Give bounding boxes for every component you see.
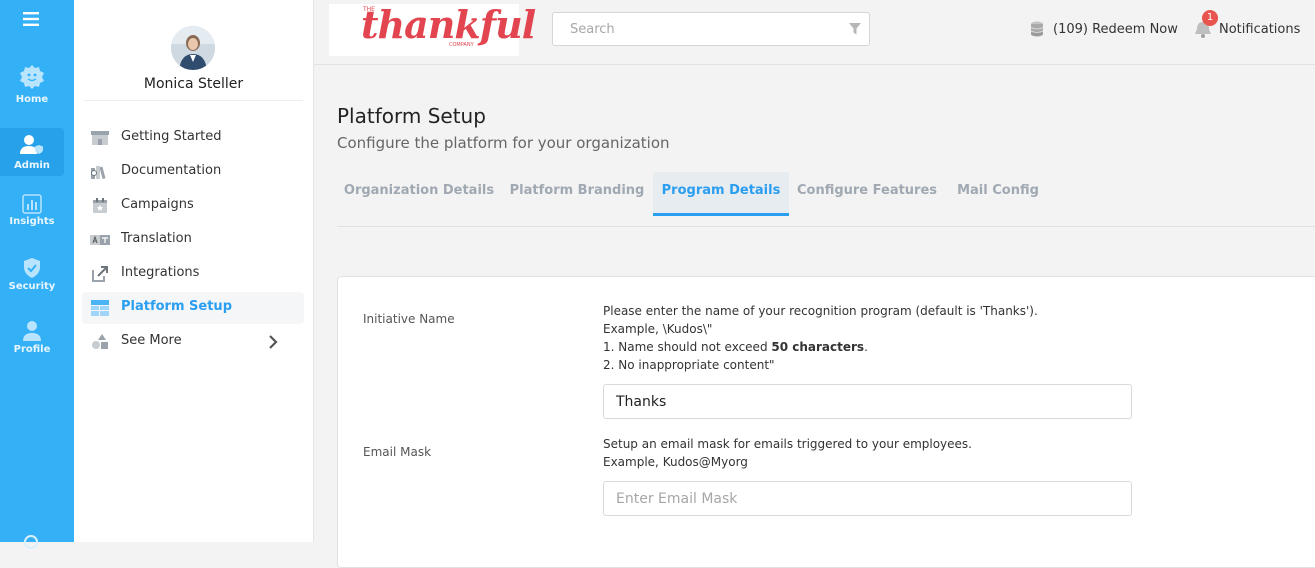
secondary-nav: Monica Steller Getting Started Documenta… bbox=[74, 0, 314, 542]
rail-label: Home bbox=[15, 94, 49, 105]
chevron-right-icon[interactable] bbox=[268, 334, 278, 350]
desc-line: Example, \Kudos\" bbox=[603, 322, 713, 336]
store-icon bbox=[91, 131, 109, 145]
redeem-text: (109) Redeem Now bbox=[1053, 21, 1178, 37]
nav-label: Campaigns bbox=[121, 197, 194, 212]
nav-label: Integrations bbox=[121, 265, 200, 280]
divider bbox=[84, 100, 303, 101]
logo[interactable]: THE thankful COMPANY bbox=[329, 2, 536, 56]
notifications-text: Notifications bbox=[1219, 21, 1301, 37]
rail-item-admin[interactable]: Admin bbox=[0, 128, 64, 176]
rail-label: Profile bbox=[13, 344, 51, 355]
search-box[interactable] bbox=[552, 12, 870, 46]
desc-line: 1. Name should not exceed 50 characters. bbox=[603, 338, 1163, 356]
menu-icon[interactable] bbox=[23, 12, 39, 26]
nav-item-see-more[interactable]: See More bbox=[82, 326, 304, 358]
tab-platform-branding[interactable]: Platform Branding bbox=[509, 172, 645, 213]
nav-item-platform-setup[interactable]: Platform Setup bbox=[82, 292, 304, 324]
filter-icon[interactable] bbox=[849, 23, 861, 35]
nav-label: Platform Setup bbox=[121, 299, 232, 314]
translate-icon bbox=[90, 235, 110, 245]
email-mask-description: Setup an email mask for emails triggered… bbox=[603, 435, 1163, 471]
initiative-name-label: Initiative Name bbox=[363, 312, 455, 326]
avatar[interactable] bbox=[171, 26, 215, 70]
bottom-circle-icon[interactable] bbox=[23, 534, 39, 550]
rail-label: Security bbox=[8, 281, 56, 292]
profile-icon bbox=[23, 321, 41, 341]
notifications-link[interactable]: 1 Notifications bbox=[1193, 10, 1301, 38]
search-input[interactable] bbox=[568, 21, 832, 38]
rail-item-security[interactable]: Security bbox=[0, 257, 64, 305]
nav-item-campaigns[interactable]: Campaigns bbox=[82, 190, 304, 222]
tab-mail-config[interactable]: Mail Config bbox=[951, 172, 1045, 213]
left-rail: Home Admin Insights Security Profile bbox=[0, 0, 74, 549]
home-icon bbox=[20, 65, 44, 89]
desc-line: Please enter the name of your recognitio… bbox=[603, 304, 1038, 318]
nav-item-integrations[interactable]: Integrations bbox=[82, 258, 304, 290]
desc-text: . bbox=[864, 340, 868, 354]
initiative-name-description: Please enter the name of your recognitio… bbox=[603, 302, 1163, 374]
nav-label: See More bbox=[121, 333, 182, 348]
admin-icon bbox=[20, 135, 43, 154]
rail-item-home[interactable]: Home bbox=[0, 62, 64, 110]
desc-line: Example, Kudos@Myorg bbox=[603, 455, 748, 469]
desc-line: Setup an email mask for emails triggered… bbox=[603, 437, 972, 451]
logo-wordmark: thankful bbox=[361, 2, 536, 47]
initiative-name-input[interactable] bbox=[603, 384, 1132, 419]
nav-label: Getting Started bbox=[121, 129, 222, 144]
rail-item-insights[interactable]: Insights bbox=[0, 194, 64, 242]
shield-icon bbox=[24, 258, 40, 278]
program-details-card: Initiative Name Please enter the name of… bbox=[337, 276, 1315, 568]
page-title: Platform Setup bbox=[337, 104, 486, 128]
calendar-icon bbox=[93, 198, 107, 213]
email-mask-input[interactable] bbox=[603, 481, 1132, 516]
rail-label: Admin bbox=[14, 160, 50, 171]
tab-program-details[interactable]: Program Details bbox=[653, 172, 789, 216]
redeem-link[interactable]: (109) Redeem Now bbox=[1028, 20, 1178, 38]
nav-label: Translation bbox=[121, 231, 192, 246]
bell-wrapper: 1 bbox=[1193, 10, 1218, 38]
books-icon bbox=[91, 166, 106, 180]
avatar-image bbox=[171, 26, 215, 70]
logo-company: COMPANY bbox=[449, 42, 474, 48]
insights-icon bbox=[22, 194, 42, 214]
nav-item-translation[interactable]: Translation bbox=[82, 224, 304, 256]
desc-line: 2. No inappropriate content" bbox=[603, 358, 775, 372]
shapes-icon bbox=[92, 334, 108, 349]
nav-label: Documentation bbox=[121, 163, 222, 178]
top-bar: THE thankful COMPANY (109) Redeem Now 1 … bbox=[314, 0, 1315, 65]
nav-item-getting-started[interactable]: Getting Started bbox=[82, 122, 304, 154]
user-name: Monica Steller bbox=[143, 76, 244, 92]
coins-icon bbox=[1030, 21, 1044, 37]
nav-item-documentation[interactable]: Documentation bbox=[82, 156, 304, 188]
tab-configure-features[interactable]: Configure Features bbox=[795, 172, 939, 213]
tab-bar: Organization Details Platform Branding P… bbox=[337, 172, 1315, 227]
desc-bold: 50 characters bbox=[771, 340, 865, 354]
layout-icon bbox=[91, 300, 109, 316]
rail-item-profile[interactable]: Profile bbox=[0, 320, 64, 368]
page-subtitle: Configure the platform for your organiza… bbox=[337, 134, 670, 152]
rail-label: Insights bbox=[9, 216, 55, 227]
notification-badge: 1 bbox=[1202, 10, 1218, 26]
desc-text: 1. Name should not exceed bbox=[603, 340, 772, 354]
external-link-icon bbox=[92, 266, 108, 282]
email-mask-label: Email Mask bbox=[363, 445, 432, 459]
tab-organization-details[interactable]: Organization Details bbox=[337, 172, 501, 213]
